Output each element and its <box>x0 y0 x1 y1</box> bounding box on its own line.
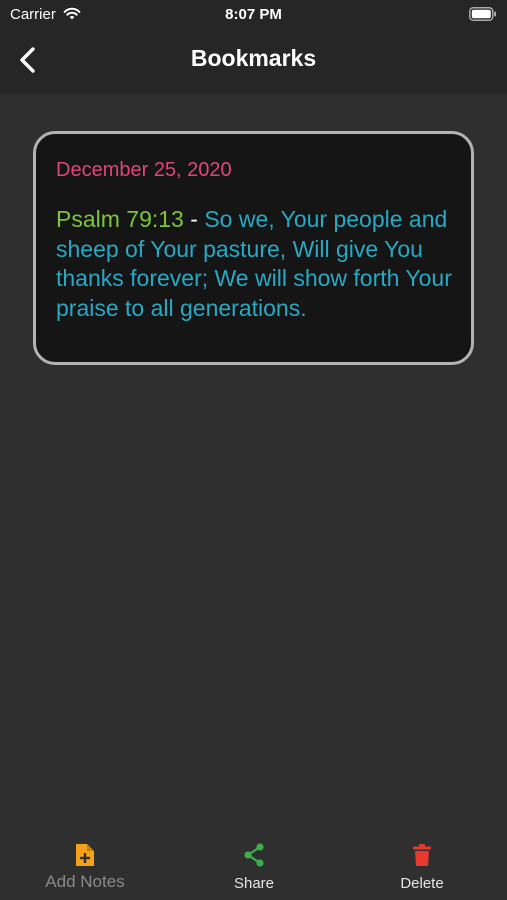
bookmark-verse: Psalm 79:13 - So we, Your people and she… <box>56 205 456 323</box>
bookmark-date: December 25, 2020 <box>56 159 232 181</box>
bottom-toolbar: Add Notes Share Delete <box>0 832 507 900</box>
navigation-bar: Bookmarks <box>0 28 507 94</box>
page-title: Bookmarks <box>190 45 317 71</box>
delete-button[interactable]: Delete <box>352 832 492 900</box>
status-bar: Carrier 8:07 PM <box>0 0 507 28</box>
delete-label: Delete <box>400 875 444 892</box>
add-notes-label: Add Notes <box>45 872 125 891</box>
add-note-icon <box>76 844 94 866</box>
add-notes-button[interactable]: Add Notes <box>15 832 155 900</box>
verse-reference: Psalm 79:13 <box>56 206 184 232</box>
battery-icon <box>469 7 496 21</box>
verse-separator: - <box>183 206 205 232</box>
bookmark-card[interactable]: December 25, 2020 Psalm 79:13 - So we, Y… <box>33 131 474 365</box>
status-time: 8:07 PM <box>225 6 282 23</box>
share-label: Share <box>233 875 275 892</box>
trash-icon <box>413 844 431 866</box>
share-button[interactable]: Share <box>184 832 324 900</box>
share-icon <box>244 843 264 867</box>
